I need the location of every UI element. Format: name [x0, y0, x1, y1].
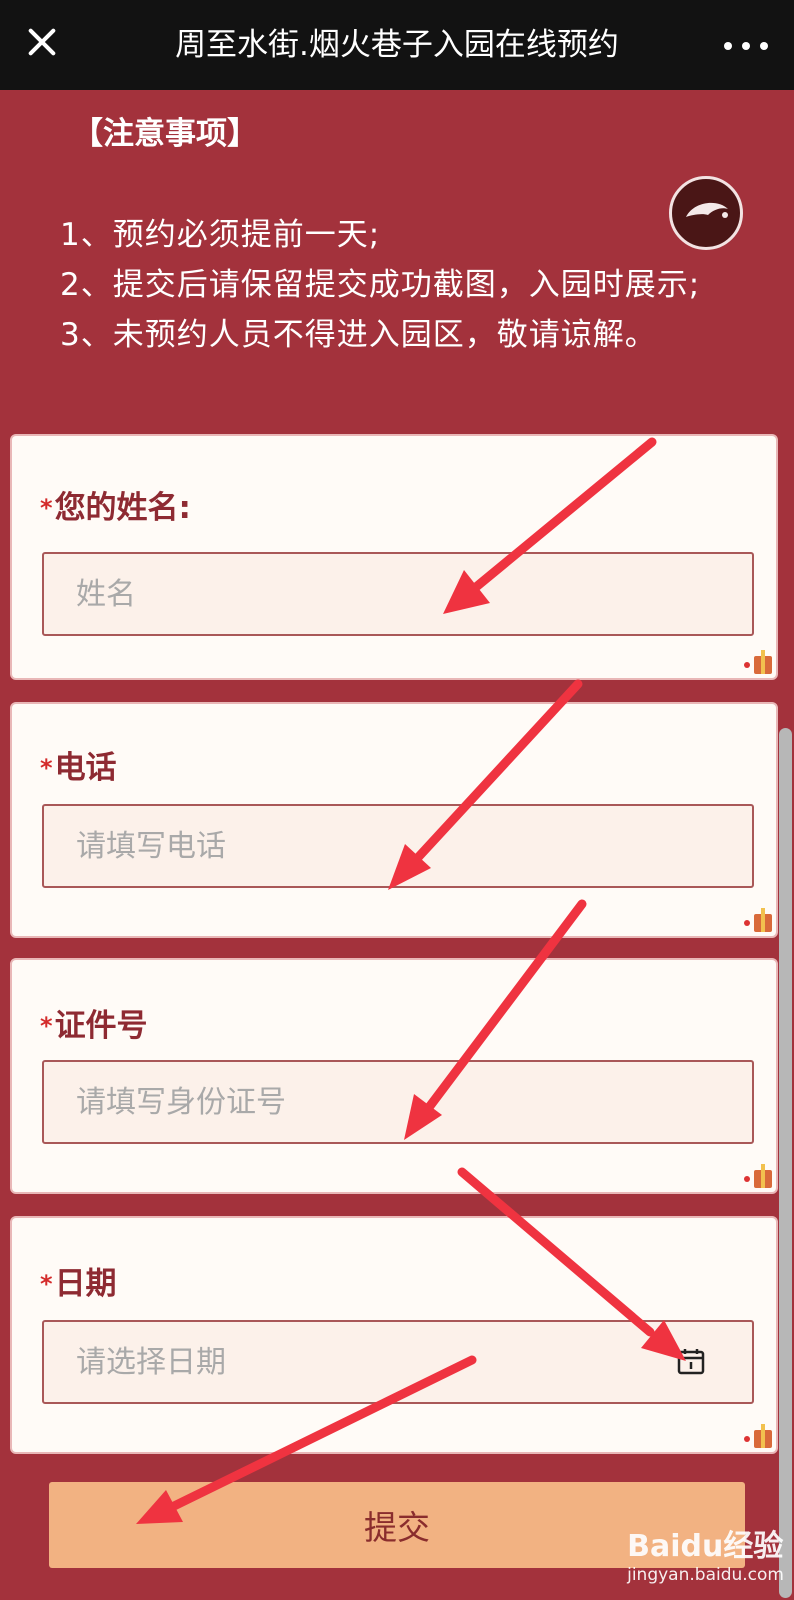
- gift-icon: [742, 646, 772, 674]
- required-mark: *: [40, 754, 53, 782]
- gift-icon: [742, 1420, 772, 1448]
- name-card: *您的姓名:: [10, 434, 778, 680]
- phone-label: *电话: [40, 742, 117, 787]
- date-label: *日期: [40, 1258, 117, 1303]
- page-title: 周至水街.烟火巷子入园在线预约: [175, 27, 619, 63]
- id-label-text: 证件号: [54, 1008, 148, 1044]
- notice-item: 2、提交后请保留提交成功截图，入园时展示;: [60, 267, 701, 303]
- name-label-text: 您的姓名:: [54, 490, 191, 526]
- top-bar: 周至水街.烟火巷子入园在线预约: [0, 0, 794, 90]
- close-icon[interactable]: [22, 22, 62, 62]
- id-number-input[interactable]: [42, 1060, 754, 1144]
- watermark-site: jingyan.baidu.com: [627, 1565, 784, 1585]
- notice-item: 3、未预约人员不得进入园区，敬请谅解。: [60, 317, 657, 353]
- date-label-text: 日期: [54, 1266, 117, 1302]
- watermark-logo: Baidu经验: [627, 1529, 784, 1564]
- date-input[interactable]: [42, 1320, 754, 1404]
- gift-icon: [742, 904, 772, 932]
- id-card: *证件号: [10, 958, 778, 1194]
- watermark: Baidu经验 jingyan.baidu.com: [627, 1530, 784, 1586]
- more-icon[interactable]: [718, 26, 778, 66]
- music-icon[interactable]: [669, 176, 743, 250]
- name-input[interactable]: [42, 552, 754, 636]
- notice-item: 1、预约必须提前一天;: [60, 217, 381, 253]
- required-mark: *: [40, 494, 53, 522]
- required-mark: *: [40, 1270, 53, 1298]
- notice-heading: 【注意事项】: [72, 116, 258, 152]
- notice-list: 1、预约必须提前一天; 2、提交后请保留提交成功截图，入园时展示; 3、未预约人…: [60, 210, 740, 360]
- phone-input[interactable]: [42, 804, 754, 888]
- id-label: *证件号: [40, 1000, 148, 1045]
- scrollbar-thumb[interactable]: [779, 728, 792, 1598]
- phone-card: *电话: [10, 702, 778, 938]
- name-label: *您的姓名:: [40, 482, 191, 527]
- phone-label-text: 电话: [54, 750, 117, 786]
- required-mark: *: [40, 1012, 53, 1040]
- calendar-icon[interactable]: [676, 1346, 706, 1376]
- gift-icon: [742, 1160, 772, 1188]
- date-card: *日期: [10, 1216, 778, 1454]
